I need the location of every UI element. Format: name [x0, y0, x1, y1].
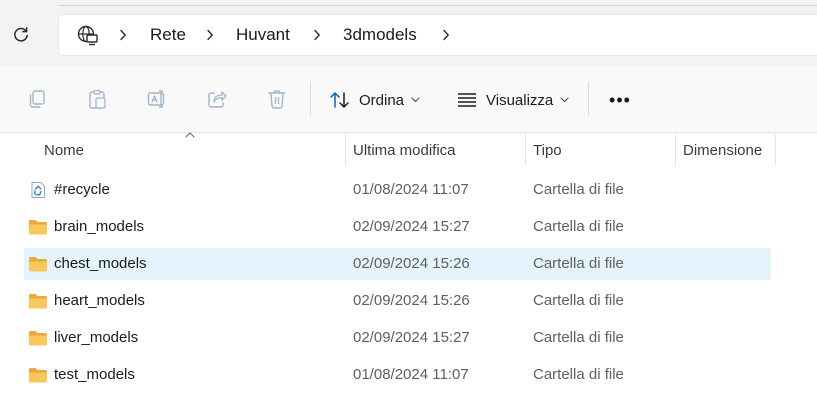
chevron-right-icon[interactable]	[116, 24, 130, 46]
column-divider[interactable]	[775, 134, 776, 166]
file-modified-date: 02/09/2024 15:27	[353, 329, 470, 346]
tab-strip-edge	[58, 0, 817, 6]
column-divider[interactable]	[525, 134, 526, 166]
share-button[interactable]	[204, 86, 230, 112]
column-header-size[interactable]: Dimensione	[683, 134, 762, 168]
file-type: Cartella di file	[533, 329, 624, 346]
file-name: brain_models	[54, 218, 145, 235]
delete-icon	[268, 90, 286, 109]
file-name: liver_models	[54, 329, 139, 346]
chevron-down-icon	[560, 97, 569, 103]
file-row[interactable]: heart_models 02/09/2024 15:26 Cartella di …	[24, 285, 771, 317]
file-name: chest_models	[54, 255, 147, 272]
file-name: heart_models	[54, 292, 145, 309]
file-row[interactable]: chest_models 02/09/2024 15:26 Cartella di …	[24, 248, 771, 280]
sort-icon	[330, 92, 349, 108]
folder-icon	[28, 292, 48, 310]
column-header-modified[interactable]: Ultima modifica	[353, 134, 456, 168]
paste-button[interactable]	[84, 86, 110, 112]
file-row[interactable]: liver_models 02/09/2024 15:27 Cartella di …	[24, 322, 771, 354]
view-button[interactable]: Visualizza	[456, 86, 569, 114]
file-name: #recycle	[54, 181, 110, 198]
file-row[interactable]: test_models 01/08/2024 11:07 Cartella di f…	[24, 359, 771, 391]
chevron-down-icon	[411, 97, 420, 103]
network-computer-icon[interactable]	[74, 22, 100, 48]
folder-icon	[28, 255, 48, 273]
file-modified-date: 02/09/2024 15:26	[353, 255, 470, 272]
refresh-icon	[14, 27, 28, 42]
recycle-folder-icon	[28, 181, 48, 199]
file-type: Cartella di file	[533, 218, 624, 235]
chevron-right-icon[interactable]	[310, 24, 324, 46]
sort-button[interactable]: Ordina	[329, 86, 420, 114]
file-name: test_models	[54, 366, 135, 383]
file-type: Cartella di file	[533, 292, 624, 309]
folder-icon	[28, 329, 48, 347]
column-divider[interactable]	[345, 134, 346, 166]
rename-icon	[147, 90, 165, 108]
view-label: Visualizza	[486, 91, 554, 109]
paste-icon	[89, 89, 106, 109]
rename-button[interactable]	[144, 86, 170, 112]
toolbar-divider	[588, 82, 589, 116]
view-details-icon	[458, 93, 476, 107]
folder-icon	[28, 218, 48, 236]
file-modified-date: 02/09/2024 15:26	[353, 292, 470, 309]
breadcrumb-item[interactable]: Rete	[150, 24, 186, 46]
chevron-right-icon[interactable]	[203, 24, 217, 46]
sort-ascending-icon	[183, 130, 197, 140]
toolbar-divider	[310, 82, 311, 116]
file-type: Cartella di file	[533, 181, 624, 198]
column-header-type[interactable]: Tipo	[533, 134, 562, 168]
breadcrumb-current[interactable]: 3dmodels	[343, 24, 417, 46]
refresh-button[interactable]	[8, 22, 34, 48]
more-options-button[interactable]: •••	[606, 88, 634, 112]
chevron-right-icon[interactable]	[439, 24, 453, 46]
file-type: Cartella di file	[533, 366, 624, 383]
delete-button[interactable]	[264, 86, 290, 112]
file-modified-date: 02/09/2024 15:27	[353, 218, 470, 235]
breadcrumb-item[interactable]: Huvant	[236, 24, 290, 46]
copy-icon	[29, 90, 45, 108]
copy-button[interactable]	[24, 86, 50, 112]
sort-label: Ordina	[359, 91, 405, 109]
folder-icon	[28, 366, 48, 384]
file-modified-date: 01/08/2024 11:07	[353, 366, 469, 383]
file-row[interactable]: #recycle 01/08/2024 11:07 Cartella di file	[24, 174, 771, 206]
file-row[interactable]: brain_models 02/09/2024 15:27 Cartella di …	[24, 211, 771, 243]
column-divider[interactable]	[675, 134, 676, 166]
file-type: Cartella di file	[533, 255, 624, 272]
column-header-name[interactable]: Nome	[44, 134, 84, 168]
share-icon	[208, 91, 227, 108]
file-modified-date: 01/08/2024 11:07	[353, 181, 469, 198]
